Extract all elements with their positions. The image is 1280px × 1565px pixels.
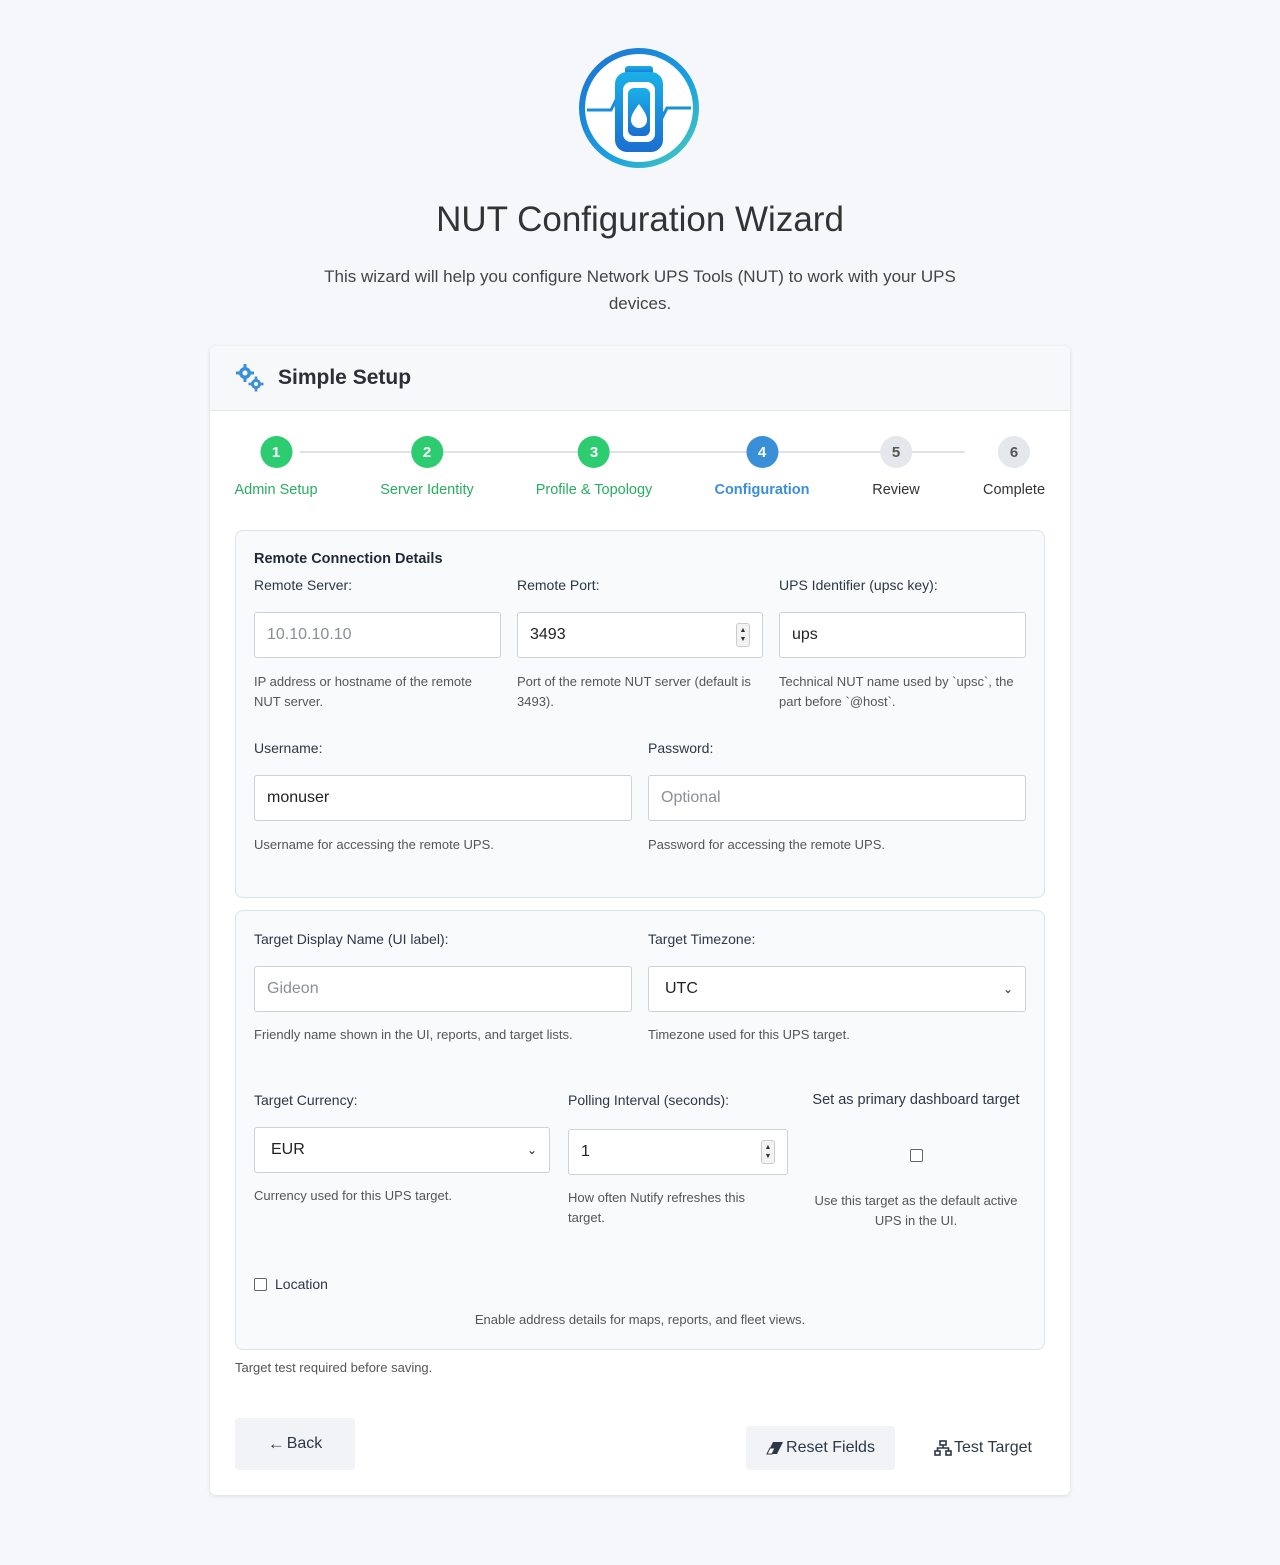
step-server-identity: 2 Server Identity (380, 436, 474, 498)
eraser-icon (766, 1442, 784, 1455)
wizard-page: NUT Configuration Wizard This wizard wil… (0, 0, 1280, 1565)
target-currency-value: EUR (271, 1141, 305, 1158)
target-timezone-hint: Timezone used for this UPS target. (648, 1027, 850, 1042)
step-label: Server Identity (380, 482, 474, 498)
ups-identifier-input[interactable]: ups (779, 612, 1026, 658)
primary-target-hint: Use this target as the default active UP… (814, 1193, 1018, 1228)
step-complete: 6 Complete (983, 436, 1045, 498)
polling-interval-hint: How often Nutify refreshes this target. (568, 1190, 746, 1225)
password-input[interactable]: Optional (648, 775, 1026, 821)
remote-port-field: Remote Port: 3493 ▲ ▼ Port of the remote … (517, 577, 763, 717)
location-label: Location (275, 1276, 328, 1292)
target-currency-label: Target Currency: (254, 1092, 358, 1108)
reset-fields-button[interactable]: Reset Fields (746, 1426, 895, 1470)
step-label: Admin Setup (234, 482, 318, 498)
card-header: Simple Setup (210, 346, 1070, 411)
page-subtitle: This wizard will help you configure Netw… (324, 267, 956, 313)
polling-stepper-icon[interactable]: ▲ ▼ (761, 1140, 775, 1164)
polling-interval-label: Polling Interval (seconds): (568, 1092, 730, 1108)
primary-target-checkbox[interactable] (910, 1149, 923, 1162)
target-display-name-placeholder: Gideon (267, 980, 319, 997)
nutify-logo-icon (575, 44, 703, 172)
port-stepper-icon[interactable]: ▲ ▼ (736, 623, 750, 647)
polling-interval-field: Polling Interval (seconds): 1 ▲ ▼ How oft… (568, 1092, 788, 1232)
arrow-left-icon: ← (267, 1434, 285, 1453)
remote-port-label: Remote Port: (517, 577, 600, 593)
remote-server-label: Remote Server: (254, 577, 353, 593)
target-display-name-input[interactable]: Gideon (254, 966, 632, 1012)
target-currency-select[interactable]: EUR ⌄ (254, 1127, 550, 1173)
back-button-label: Back (286, 1435, 323, 1452)
ups-identifier-hint: Technical NUT name used by `upsc`, the p… (779, 674, 1014, 709)
password-placeholder: Optional (661, 789, 721, 806)
ups-identifier-field: UPS Identifier (upsc key): ups Technical… (779, 577, 1026, 717)
back-button[interactable]: ← Back (235, 1418, 355, 1470)
target-timezone-select[interactable]: UTC ⌄ (648, 966, 1026, 1012)
target-settings-section: Target Display Name (UI label): Gideon F… (235, 910, 1045, 1350)
remote-server-placeholder: 10.10.10.10 (267, 626, 352, 643)
step-label: Review (872, 482, 920, 498)
step-label: Configuration (714, 482, 810, 498)
step-number: 4 (745, 436, 778, 468)
setup-card: Simple Setup 1 Admin Setup 2 Server Iden… (210, 346, 1070, 1495)
target-timezone-label: Target Timezone: (648, 931, 756, 947)
remote-server-input[interactable]: 10.10.10.10 (254, 612, 501, 658)
remote-server-field: Remote Server: 10.10.10.10 IP address or… (254, 577, 501, 717)
step-label: Complete (982, 482, 1046, 498)
gears-icon (236, 364, 264, 392)
chevron-down-icon: ⌄ (526, 1143, 537, 1157)
location-hint: Enable address details for maps, reports… (474, 1312, 806, 1327)
password-field: Password: Optional Password for accessin… (648, 740, 1026, 860)
step-number: 3 (577, 436, 610, 468)
username-field: Username: monuser Username for accessing… (254, 740, 632, 860)
location-field: Location (254, 1273, 454, 1295)
chevron-down-icon: ⌄ (1002, 982, 1013, 996)
step-number: 6 (998, 436, 1030, 468)
reset-fields-label: Reset Fields (786, 1439, 875, 1456)
primary-target-field: Set as primary dashboard target Use this… (802, 1092, 1030, 1232)
ups-identifier-value: ups (792, 626, 818, 643)
target-timezone-value: UTC (665, 980, 698, 997)
polling-interval-value: 1 (581, 1143, 590, 1160)
username-hint: Username for accessing the remote UPS. (254, 837, 494, 852)
step-profile-topology: 3 Profile & Topology (535, 436, 653, 498)
target-display-name-hint: Friendly name shown in the UI, reports, … (254, 1027, 573, 1042)
step-number: 5 (879, 436, 912, 468)
step-number: 2 (411, 436, 443, 468)
username-value: monuser (267, 789, 330, 806)
ups-identifier-label: UPS Identifier (upsc key): (779, 577, 938, 593)
target-timezone-field: Target Timezone: UTC ⌄ Timezone used for… (648, 931, 1026, 1051)
remote-server-hint: IP address or hostname of the remote NUT… (254, 674, 472, 709)
test-target-button[interactable]: Test Target (918, 1426, 1048, 1470)
page-title: NUT Configuration Wizard (436, 200, 844, 239)
step-number: 1 (260, 436, 292, 468)
polling-interval-input[interactable]: 1 ▲ ▼ (568, 1129, 788, 1175)
remote-port-hint: Port of the remote NUT server (default i… (517, 674, 751, 709)
target-display-name-field: Target Display Name (UI label): Gideon F… (254, 931, 632, 1051)
remote-connection-section: Remote Connection Details Remote Server:… (235, 530, 1045, 898)
target-currency-field: Target Currency: EUR ⌄ Currency used for… (254, 1092, 550, 1212)
wizard-stepper: 1 Admin Setup 2 Server Identity 3 Profil… (210, 436, 1070, 506)
location-checkbox[interactable] (254, 1277, 267, 1291)
step-configuration: 4 Configuration (714, 436, 810, 498)
password-label: Password: (648, 740, 714, 756)
username-label: Username: (254, 740, 323, 756)
step-review: 5 Review (872, 436, 920, 498)
target-display-name-label: Target Display Name (UI label): (254, 931, 449, 947)
step-admin-setup: 1 Admin Setup (234, 436, 318, 498)
test-target-label: Test Target (954, 1439, 1032, 1456)
target-test-note: Target test required before saving. (235, 1360, 433, 1375)
primary-target-label: Set as primary dashboard target (812, 1092, 1020, 1108)
network-icon (934, 1440, 952, 1456)
card-title: Simple Setup (278, 366, 412, 389)
section-title: Remote Connection Details (254, 551, 443, 567)
password-hint: Password for accessing the remote UPS. (648, 837, 885, 852)
remote-port-value: 3493 (530, 626, 566, 643)
remote-port-input[interactable]: 3493 ▲ ▼ (517, 612, 763, 658)
step-label: Profile & Topology (535, 482, 653, 498)
username-input[interactable]: monuser (254, 775, 632, 821)
target-currency-hint: Currency used for this UPS target. (254, 1188, 452, 1203)
